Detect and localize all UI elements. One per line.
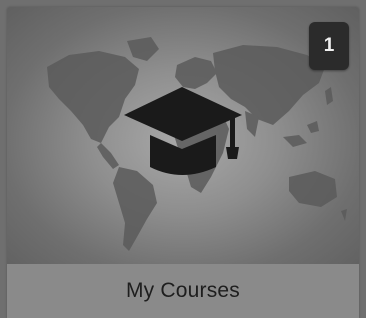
tile-label[interactable]: My Courses bbox=[7, 264, 359, 318]
my-courses-tile[interactable]: 1 My Courses bbox=[7, 7, 359, 318]
notification-count-badge: 1 bbox=[309, 22, 349, 70]
graduation-cap-icon bbox=[124, 87, 242, 175]
tile-image: 1 bbox=[7, 7, 359, 264]
